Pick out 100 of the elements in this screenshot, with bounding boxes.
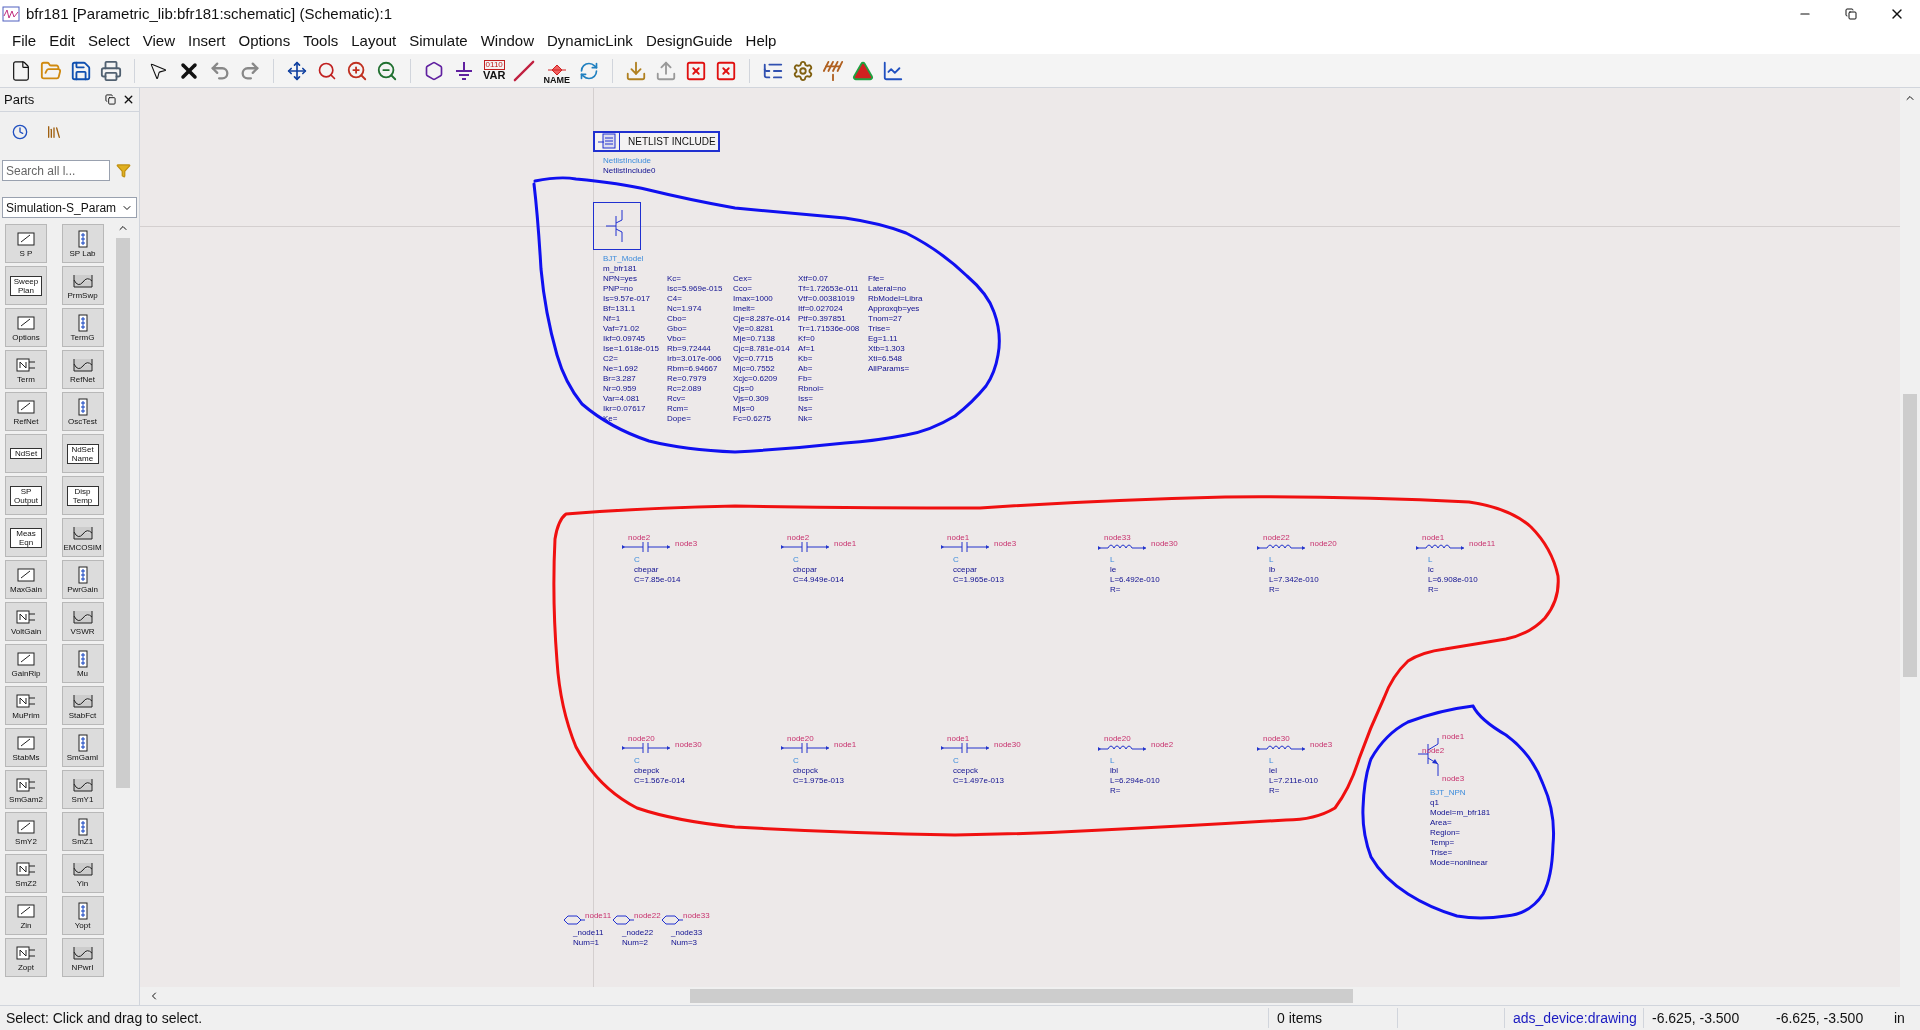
part-tile[interactable]: SmGam2 bbox=[5, 770, 47, 809]
filter-icon[interactable] bbox=[116, 163, 131, 178]
component-type-label: C bbox=[793, 555, 799, 565]
model-parameter: Af=1 bbox=[798, 344, 815, 354]
layer-link[interactable]: ads_device:drawing bbox=[1505, 1007, 1643, 1029]
model-parameter: Nk= bbox=[798, 414, 813, 424]
part-symbol-icon bbox=[15, 397, 37, 416]
float-panel-button[interactable] bbox=[105, 94, 116, 105]
part-tile[interactable]: VoltGain bbox=[5, 602, 47, 641]
model-parameter: Ab= bbox=[798, 364, 813, 374]
part-tile[interactable]: Options bbox=[5, 308, 47, 347]
menu-item[interactable]: Options bbox=[232, 31, 297, 51]
component-type-label: L bbox=[1110, 555, 1115, 565]
model-parameter: Gbo= bbox=[667, 324, 687, 334]
part-tile[interactable]: SP Lab bbox=[61, 224, 104, 263]
component-name-label: lbl bbox=[1110, 766, 1118, 776]
part-tile[interactable]: SmZ1 bbox=[61, 812, 104, 851]
recent-clock-icon[interactable] bbox=[12, 124, 28, 140]
model-parameter: Vaf=71.02 bbox=[603, 324, 640, 334]
component-type-label: BJT_NPN bbox=[1430, 788, 1466, 798]
close-panel-button[interactable] bbox=[122, 93, 135, 106]
model-parameter: RbModel=Libra bbox=[868, 294, 923, 304]
name-button[interactable]: NAME bbox=[541, 56, 572, 85]
node-label: node20 bbox=[1310, 539, 1337, 548]
netlist-include-block[interactable]: NETLIST INCLUDE bbox=[593, 131, 720, 152]
part-tile[interactable]: SmGamI bbox=[61, 728, 104, 767]
part-tile[interactable]: GainRip bbox=[5, 644, 47, 683]
component-name-label: cbcpck bbox=[793, 766, 818, 776]
menu-item[interactable]: Simulate bbox=[403, 31, 474, 51]
menu-item[interactable]: Help bbox=[739, 31, 783, 51]
menu-item[interactable]: Window bbox=[474, 31, 540, 51]
menu-item[interactable]: Edit bbox=[43, 31, 82, 51]
menu-item[interactable]: File bbox=[6, 31, 43, 51]
part-tile[interactable]: EMCOSIM bbox=[61, 518, 104, 557]
model-parameter: Dope= bbox=[667, 414, 691, 424]
part-tile[interactable]: Term bbox=[5, 350, 47, 389]
menu-item[interactable]: DesignGuide bbox=[639, 31, 739, 51]
model-parameter: Br=3.287 bbox=[603, 374, 636, 384]
part-tile[interactable]: SmY1 bbox=[61, 770, 104, 809]
model-parameter: Iss= bbox=[798, 394, 813, 404]
part-tile[interactable]: Meas Eqn bbox=[5, 518, 47, 557]
part-tile[interactable]: Yin bbox=[61, 854, 104, 893]
menu-item[interactable]: Select bbox=[82, 31, 136, 51]
part-tile[interactable]: MuPrim bbox=[5, 686, 47, 725]
var-button[interactable]: 0110 VAR bbox=[481, 56, 508, 85]
part-tile[interactable]: SmY2 bbox=[5, 812, 47, 851]
part-tile[interactable]: MaxGain bbox=[5, 560, 47, 599]
part-symbol-icon bbox=[15, 901, 37, 920]
part-tile[interactable]: Disp Temp bbox=[61, 476, 104, 515]
part-tile[interactable]: Mu bbox=[61, 644, 104, 683]
model-parameter: Cco= bbox=[733, 284, 752, 294]
component-name-label: ccepck bbox=[953, 766, 978, 776]
menu-item[interactable]: Layout bbox=[345, 31, 403, 51]
library-books-icon[interactable] bbox=[46, 124, 62, 140]
part-symbol-icon bbox=[15, 859, 37, 878]
model-parameter: Ne=1.692 bbox=[603, 364, 638, 374]
scrollbar-thumb[interactable] bbox=[116, 238, 130, 788]
node-label: node33 bbox=[683, 911, 710, 920]
cursor-coordinates: -6.625, -3.500 bbox=[1651, 1008, 1741, 1028]
part-tile[interactable]: OscTest bbox=[61, 392, 104, 431]
scrollbar-thumb[interactable] bbox=[690, 989, 1353, 1003]
model-parameter: Ikr=0.07617 bbox=[603, 404, 646, 414]
bjt-model-block[interactable] bbox=[593, 202, 641, 250]
part-tile[interactable]: RefNet bbox=[61, 350, 104, 389]
model-parameter: Vjc=0.7715 bbox=[733, 354, 774, 364]
part-tile[interactable]: PwrGain bbox=[61, 560, 104, 599]
menu-item[interactable]: Insert bbox=[182, 31, 232, 51]
component-name-label: lel bbox=[1269, 766, 1277, 776]
part-tile[interactable]: Sweep Plan bbox=[5, 266, 47, 305]
part-tile[interactable]: NdSet Name bbox=[61, 434, 104, 473]
component-type-label: C bbox=[953, 756, 959, 766]
part-tile[interactable]: VSWR bbox=[61, 602, 104, 641]
menu-item[interactable]: DynamicLink bbox=[541, 31, 639, 51]
model-parameter: Ikf=0.09745 bbox=[603, 334, 646, 344]
part-tile[interactable]: TermG bbox=[61, 308, 104, 347]
inductor-symbol-icon bbox=[1257, 542, 1307, 552]
part-tile[interactable]: Yopt bbox=[61, 896, 104, 935]
component-parameter: L=6.492e-010 bbox=[1110, 575, 1160, 585]
search-field[interactable]: Search all l... bbox=[2, 160, 110, 181]
component-parameter: C=1.567e-014 bbox=[634, 776, 685, 786]
part-tile[interactable]: NdSet bbox=[5, 434, 47, 473]
model-parameter: Isc=5.969e-015 bbox=[667, 284, 723, 294]
part-tile[interactable]: StabMs bbox=[5, 728, 47, 767]
menu-item[interactable]: Tools bbox=[297, 31, 345, 51]
part-tile[interactable]: NPwrI bbox=[61, 938, 104, 977]
part-tile[interactable]: RefNet bbox=[5, 392, 47, 431]
part-tile[interactable]: S P bbox=[5, 224, 47, 263]
part-tile[interactable]: PrmSwp bbox=[61, 266, 104, 305]
part-tile[interactable]: SP Output bbox=[5, 476, 47, 515]
part-tile[interactable]: Zopt bbox=[5, 938, 47, 977]
scrollbar-thumb[interactable] bbox=[1903, 394, 1917, 677]
library-dropdown[interactable]: Simulation-S_Param bbox=[2, 197, 137, 218]
part-tile[interactable]: StabFct bbox=[61, 686, 104, 725]
diamond-icon bbox=[545, 63, 568, 76]
part-tile[interactable]: SmZ2 bbox=[5, 854, 47, 893]
model-parameter: Ke= bbox=[603, 414, 618, 424]
component-name-label: q1 bbox=[1430, 798, 1439, 808]
model-parameter: Vjs=0.309 bbox=[733, 394, 769, 404]
part-tile[interactable]: Zin bbox=[5, 896, 47, 935]
menu-item[interactable]: View bbox=[136, 31, 181, 51]
